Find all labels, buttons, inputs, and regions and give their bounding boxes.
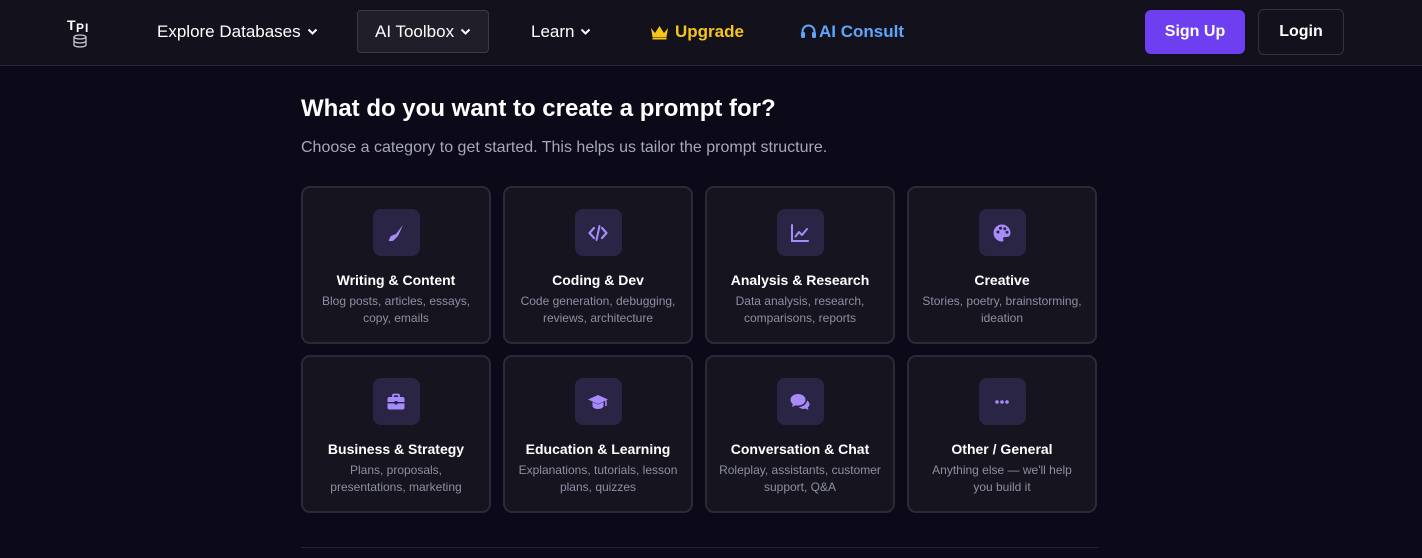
graduation-cap-icon — [574, 378, 622, 425]
svg-text:T: T — [67, 17, 76, 33]
chevron-down-icon — [460, 28, 471, 35]
category-description: Code generation, debugging, reviews, arc… — [520, 294, 676, 325]
ellipsis-icon — [978, 378, 1026, 425]
category-card-writing[interactable]: Writing & Content Blog posts, articles, … — [301, 186, 491, 344]
paintbrush-icon — [372, 209, 420, 256]
svg-text:I: I — [85, 21, 88, 35]
category-description: Anything else — we'll help you build it — [932, 463, 1072, 494]
category-description: Blog posts, articles, essays, copy, emai… — [321, 294, 471, 325]
chart-line-icon — [776, 209, 824, 256]
category-title: Creative — [974, 272, 1030, 288]
category-card-creative[interactable]: Creative Stories, poetry, brainstorming,… — [907, 186, 1097, 344]
category-description: Roleplay, assistants, customer support, … — [719, 463, 881, 494]
category-description: Explanations, tutorials, lesson plans, q… — [518, 463, 678, 494]
category-card-other[interactable]: Other / General Anything else — we'll he… — [907, 355, 1097, 513]
category-card-analysis[interactable]: Analysis & Research Data analysis, resea… — [705, 186, 895, 344]
section-divider — [301, 547, 1098, 548]
category-title: Other / General — [951, 441, 1053, 457]
nav-upgrade[interactable]: Upgrade — [650, 10, 744, 53]
nav-ai-consult-label: AI Consult — [819, 21, 904, 41]
nav-explore-databases-label: Explore Databases — [157, 21, 301, 41]
nav-learn-label: Learn — [531, 21, 575, 41]
chat-bubbles-icon — [776, 378, 824, 425]
page-title: What do you want to create a prompt for? — [301, 95, 776, 122]
category-card-coding[interactable]: Coding & Dev Code generation, debugging,… — [503, 186, 693, 344]
nav-explore-databases[interactable]: Explore Databases — [157, 10, 318, 53]
nav-learn[interactable]: Learn — [531, 10, 591, 53]
category-title: Writing & Content — [336, 272, 456, 288]
category-description: Plans, proposals, presentations, marketi… — [330, 463, 462, 494]
site-logo[interactable]: T P I — [60, 11, 98, 51]
category-title: Coding & Dev — [552, 272, 644, 288]
category-card-business[interactable]: Business & Strategy Plans, proposals, pr… — [301, 355, 491, 513]
login-button[interactable]: Login — [1258, 9, 1344, 55]
nav-ai-toolbox-label: AI Toolbox — [375, 21, 455, 41]
nav-ai-toolbox[interactable]: AI Toolbox — [357, 10, 490, 53]
category-card-education[interactable]: Education & Learning Explanations, tutor… — [503, 355, 693, 513]
sign-up-button[interactable]: Sign Up — [1145, 10, 1245, 54]
category-title: Business & Strategy — [327, 441, 465, 457]
svg-text:P: P — [76, 21, 84, 35]
palette-icon — [978, 209, 1026, 256]
nav-ai-consult[interactable]: AI Consult — [800, 10, 904, 53]
crown-icon — [651, 25, 668, 39]
chevron-down-icon — [581, 28, 591, 35]
category-title: Conversation & Chat — [730, 441, 870, 457]
category-title: Education & Learning — [525, 441, 671, 457]
chevron-down-icon — [307, 28, 317, 35]
category-description: Data analysis, research, comparisons, re… — [735, 294, 865, 325]
top-nav: T P I Explore Databases AI Toolbox Learn… — [0, 0, 1422, 66]
category-description: Stories, poetry, brainstorming, ideation — [922, 294, 1082, 325]
headset-icon — [801, 24, 816, 38]
code-icon — [574, 209, 622, 256]
nav-upgrade-label: Upgrade — [675, 21, 744, 41]
category-title: Analysis & Research — [730, 272, 870, 288]
category-grid: Writing & Content Blog posts, articles, … — [301, 186, 1097, 513]
briefcase-icon — [372, 378, 420, 425]
category-card-conversation[interactable]: Conversation & Chat Roleplay, assistants… — [705, 355, 895, 513]
page-subtitle: Choose a category to get started. This h… — [301, 139, 828, 156]
